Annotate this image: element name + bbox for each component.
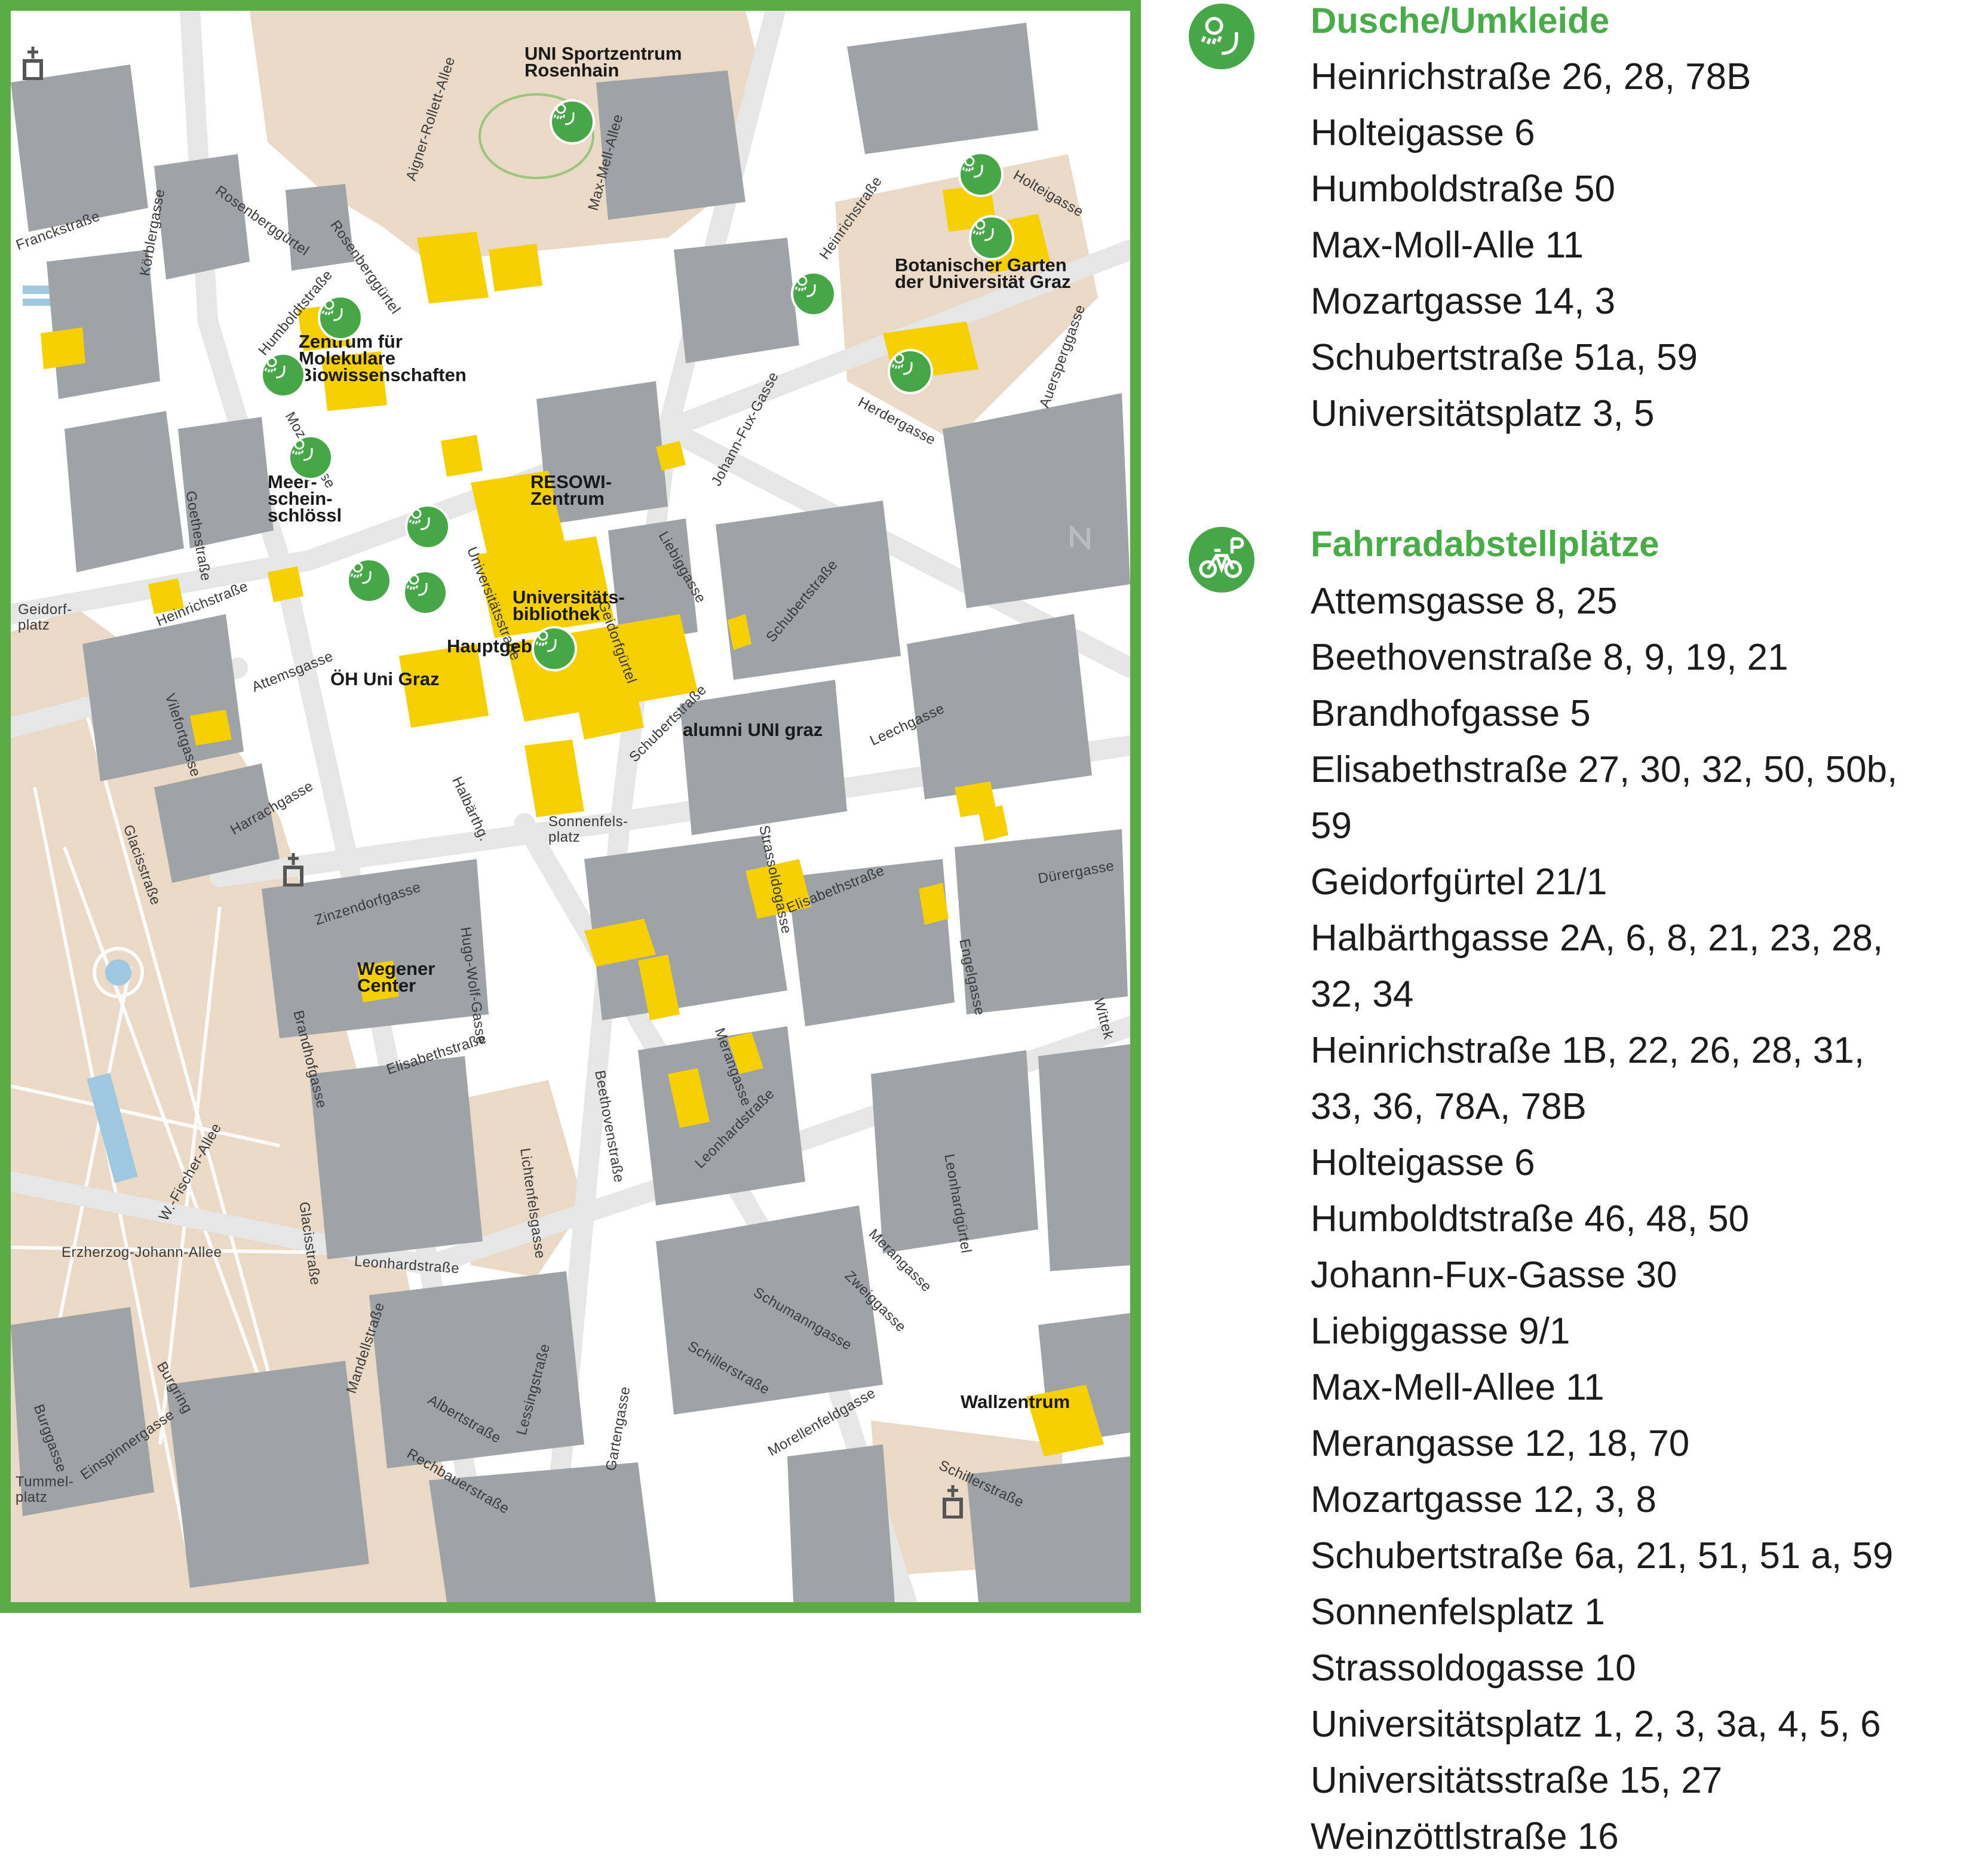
legend-address-item: Universitätsplatz 3, 5 <box>1311 393 1655 434</box>
shower-icon[interactable] <box>318 295 363 341</box>
poi-zentrum-molekulare: Zentrum für Molekulare Biowissenschaften <box>299 331 467 385</box>
legend-address-item: 59 <box>1311 805 1352 846</box>
poi-alumni: alumni UNI graz <box>683 719 823 740</box>
legend-address-item: Holteigasse 6 <box>1311 1142 1535 1183</box>
poi-wegener: Wegener Center <box>357 958 435 996</box>
legend-address-item: Merangasse 12, 18, 70 <box>1311 1423 1690 1464</box>
legend-address-item: Schubertstraße 51a, 59 <box>1311 337 1698 378</box>
poi-botanischer-garten: Botanischer Garten der Universität Graz <box>895 254 1071 292</box>
legend-address-item: Elisabethstraße 27, 30, 32, 50, 50b, <box>1311 749 1898 790</box>
north-arrow-icon <box>1068 526 1092 550</box>
legend-address-item: Max-Moll-Alle 11 <box>1311 225 1584 266</box>
legend-address-item: Humboldstraße 50 <box>1311 168 1616 210</box>
church-icon <box>943 1485 963 1519</box>
legend-address-item: Beethovenstraße 8, 9, 19, 21 <box>1311 637 1788 678</box>
legend-list-bikes: Attemsgasse 8, 25 Beethovenstraße 8, 9, 1… <box>1311 573 1897 1865</box>
legend-address-item: Strassoldogasse 10 <box>1311 1648 1636 1689</box>
legend-address-item: Attemsgasse 8, 25 <box>1311 581 1618 622</box>
legend-address-item: Liebiggasse 9/1 <box>1311 1311 1570 1352</box>
place-label: Sonnenfels- platz <box>548 814 628 845</box>
poi-wallzentrum: Wallzentrum <box>961 1391 1070 1412</box>
legend-address-item: Mozartgasse 14, 3 <box>1311 281 1616 322</box>
shower-icon[interactable] <box>403 570 448 615</box>
legend-address-item: Mozartgasse 12, 3, 8 <box>1311 1479 1656 1520</box>
poi-sportzentrum: UNI Sportzentrum Rosenhain <box>524 43 682 81</box>
legend-address-item: Schubertstraße 6a, 21, 51, 51 a, 59 <box>1311 1535 1894 1576</box>
shower-icon <box>1189 4 1254 69</box>
legend-address-item: Max-Mell-Allee 11 <box>1311 1367 1604 1408</box>
place-label: Geidorf- platz <box>18 602 72 633</box>
church-icon <box>283 853 303 887</box>
shower-icon[interactable] <box>969 215 1014 260</box>
shower-icon[interactable] <box>532 626 577 671</box>
poi-meerscheinschloessl: Meer- schein- schlössl <box>268 471 342 526</box>
shower-icon[interactable] <box>260 352 306 398</box>
legend-address-item: Weinzöttlstraße 16 <box>1311 1816 1619 1857</box>
shower-icon[interactable] <box>405 504 450 550</box>
church-icon <box>23 47 43 80</box>
legend-address-item: Heinrichstraße 1B, 22, 26, 28, 31, <box>1311 1030 1865 1071</box>
legend-section-showers: Dusche/Umkleide Heinrichstraße 26, 28, 7… <box>1189 0 1983 454</box>
legend-address-item: Johann-Fux-Gasse 30 <box>1311 1254 1677 1296</box>
shower-icon[interactable] <box>346 558 392 603</box>
legend-address-item: Universitätsstraße 15, 27 <box>1311 1760 1723 1801</box>
legend-address-item: Heinrichstraße 26, 28, 78B <box>1311 56 1751 97</box>
legend-section-bikes: Fahrradabstellplätze Attemsgasse 8, 25 Be… <box>1189 523 1983 1860</box>
legend-address-item: Geidorfgürtel 21/1 <box>1311 861 1607 903</box>
place-label: Tummel- platz <box>16 1474 74 1505</box>
bike-parking-icon <box>1189 527 1254 593</box>
shower-icon[interactable] <box>791 271 836 317</box>
poi-oeh: ÖH Uni Graz <box>330 668 440 689</box>
legend-address-item: 33, 36, 78A, 78B <box>1311 1086 1587 1127</box>
legend-address-item: Universitätsplatz 1, 2, 3, 3a, 4, 5, 6 <box>1311 1704 1881 1745</box>
map-graphics <box>11 11 1130 1602</box>
campus-map[interactable]: Franckstraße Körblergasse Rosenberggürte… <box>0 0 1141 1613</box>
legend-address-item: Holteigasse 6 <box>1311 112 1535 154</box>
legend-title-showers: Dusche/Umkleide <box>1311 1 1610 41</box>
legend-address-item: 32, 34 <box>1311 974 1414 1015</box>
legend-list-showers: Heinrichstraße 26, 28, 78B Holteigasse 6 H… <box>1311 49 1751 442</box>
legend-address-item: Brandhofgasse 5 <box>1311 693 1591 734</box>
shower-icon[interactable] <box>958 152 1004 197</box>
shower-icon[interactable] <box>550 99 595 145</box>
poi-resowi: RESOWI- Zentrum <box>530 471 612 509</box>
poi-bibliothek: Universitäts- bibliothek <box>513 587 625 624</box>
legend-address-item: Sonnenfelsplatz 1 <box>1311 1591 1605 1633</box>
street-label: Erzherzog-Johann-Allee <box>62 1244 222 1260</box>
legend-address-item: Humboldtstraße 46, 48, 50 <box>1311 1198 1750 1240</box>
shower-icon[interactable] <box>888 349 933 394</box>
legend-address-item: Halbärthgasse 2A, 6, 8, 21, 23, 28, <box>1311 918 1883 959</box>
shower-icon[interactable] <box>288 435 333 480</box>
legend-title-bikes: Fahrradabstellplätze <box>1311 524 1659 564</box>
